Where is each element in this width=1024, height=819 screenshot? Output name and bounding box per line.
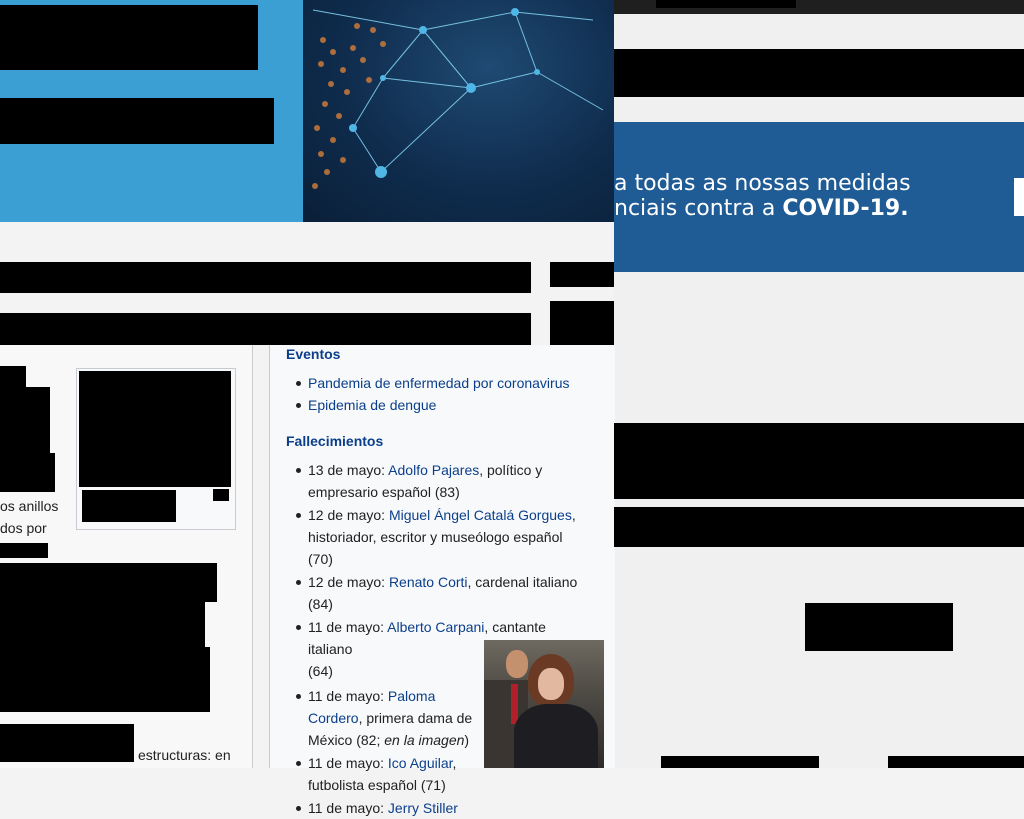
person-link[interactable]: Adolfo Pajares	[388, 462, 479, 478]
redacted-block	[0, 366, 26, 388]
covid-banner-line2-text: nciais contra a	[614, 196, 783, 221]
person-link[interactable]: Jerry Stiller	[388, 800, 458, 816]
event-link[interactable]: Pandemia de enfermedad por coronavirus	[308, 375, 570, 391]
photo-figure	[514, 704, 598, 768]
death-desc: ,	[571, 507, 576, 523]
redacted-block	[550, 301, 614, 345]
person-link[interactable]: Renato Corti	[389, 574, 468, 590]
death-desc: )	[464, 732, 470, 748]
covid-banner-strong: COVID-19.	[782, 196, 909, 221]
redacted-block	[614, 423, 1024, 499]
redacted-block	[661, 756, 819, 768]
person-link[interactable]: Ico Aguilar	[388, 755, 453, 771]
event-link[interactable]: Epidemia de dengue	[308, 397, 436, 413]
redacted-block	[0, 5, 258, 70]
covid-banner-line1: a todas as nossas medidas	[614, 171, 911, 196]
text-fragment: os anillos	[0, 498, 59, 514]
death-desc: , cardenal italiano	[467, 574, 578, 590]
death-desc: , primera dama de	[358, 710, 473, 726]
redacted-block	[0, 453, 55, 492]
death-desc: (84)	[308, 596, 333, 612]
redacted-block	[805, 603, 953, 651]
death-date: 12 de mayo:	[308, 507, 389, 523]
photo-figure	[506, 650, 528, 678]
redacted-block	[0, 262, 531, 293]
list-item: 11 de mayo: Jerry Stiller	[286, 797, 586, 819]
death-date: 11 de mayo:	[308, 800, 388, 816]
redacted-block	[0, 313, 531, 345]
list-item: 12 de mayo: Miguel Ángel Catalá Gorgues,…	[286, 504, 586, 570]
redacted-block	[888, 756, 1024, 768]
redacted-block	[0, 98, 274, 144]
death-date: 13 de mayo:	[308, 462, 389, 478]
redacted-block	[213, 489, 229, 501]
person-link[interactable]: Miguel Ángel Catalá Gorgues	[389, 507, 572, 523]
network-graphic	[303, 0, 614, 222]
death-desc: , político y	[479, 462, 543, 478]
redacted-block	[0, 602, 205, 647]
redacted-block	[79, 371, 231, 487]
list-item: Epidemia de dengue	[286, 394, 586, 416]
death-desc-italic: en la imagen	[384, 732, 465, 748]
photo-figure	[538, 668, 564, 700]
brand-logo-icon	[1014, 178, 1024, 216]
redacted-block	[656, 0, 796, 8]
death-desc: México (82;	[308, 732, 385, 748]
redacted-block	[0, 563, 217, 602]
death-date: 11 de mayo:	[308, 755, 388, 771]
redacted-block	[614, 507, 1024, 547]
redacted-block	[0, 387, 50, 453]
text-fragment: estructuras: en	[138, 747, 231, 763]
death-desc: empresario español (83)	[308, 484, 460, 500]
redacted-block	[614, 49, 1024, 97]
person-link[interactable]: Paloma	[388, 688, 435, 704]
redacted-block	[0, 543, 48, 558]
death-date: 12 de mayo:	[308, 574, 389, 590]
death-desc: (64)	[308, 663, 333, 679]
text-fragment: dos por	[0, 520, 47, 536]
events-heading: Eventos	[286, 346, 341, 362]
covid-banner-line2: nciais contra a COVID-19.	[614, 196, 909, 221]
list-item: 12 de mayo: Renato Corti, cardenal itali…	[286, 571, 586, 615]
paloma-cordero-photo[interactable]	[484, 640, 604, 768]
death-desc: ,	[452, 755, 457, 771]
person-link[interactable]: Alberto Carpani	[387, 619, 484, 635]
redacted-block	[0, 724, 134, 762]
deaths-heading: Fallecimientos	[286, 433, 384, 449]
covid-ad-banner[interactable]: a todas as nossas medidas nciais contra …	[614, 122, 1024, 272]
person-link[interactable]: Cordero	[308, 710, 359, 726]
network-illustration-icon	[312, 8, 604, 189]
list-item: Pandemia de enfermedad por coronavirus	[286, 372, 586, 394]
list-item: 13 de mayo: Adolfo Pajares, político y e…	[286, 459, 586, 503]
redacted-block	[0, 647, 210, 712]
redacted-block	[82, 490, 176, 522]
events-list: Pandemia de enfermedad por coronavirus E…	[286, 372, 586, 416]
death-date: 11 de mayo:	[308, 619, 388, 635]
death-date: 11 de mayo:	[308, 688, 388, 704]
background-page	[614, 0, 1024, 768]
redacted-block	[550, 262, 614, 287]
death-desc: futbolista español (71)	[308, 777, 446, 793]
death-desc: historiador, escritor y museólogo españo…	[308, 529, 563, 567]
